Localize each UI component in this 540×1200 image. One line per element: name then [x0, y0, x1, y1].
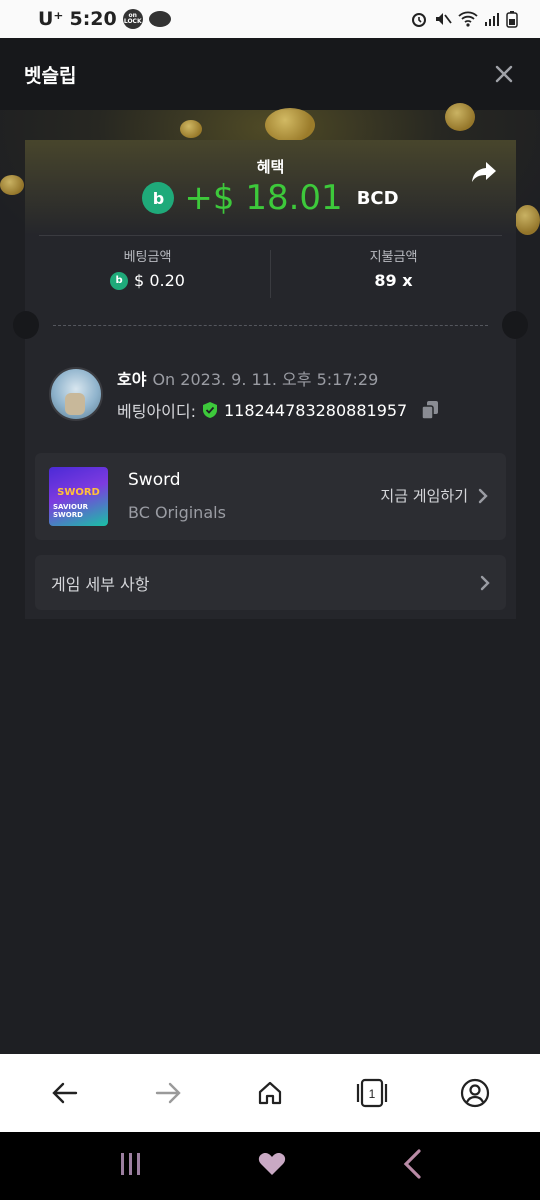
coin-decoration — [0, 175, 24, 195]
bet-stats: 베팅금액 b $ 0.20 지불금액 89 x — [25, 236, 516, 300]
arrow-right-icon — [155, 1082, 181, 1104]
system-nav-bar — [0, 1132, 540, 1200]
payout-value: 89 x — [374, 271, 413, 290]
bet-amount-value: $ 0.20 — [134, 271, 185, 290]
game-card[interactable]: SWORD SAVIOUR SWORD Sword BC Originals 지… — [35, 453, 506, 540]
play-now-label: 지금 게임하기 — [380, 487, 468, 505]
bc-coin-icon: b — [142, 182, 175, 214]
chat-bubble-icon — [148, 11, 171, 27]
bet-amount-label: 베팅금액 — [123, 250, 172, 265]
payout-stat: 지불금액 89 x — [271, 236, 516, 300]
home-button[interactable] — [250, 1073, 290, 1113]
profit-amount: +$ 18.01 — [184, 178, 343, 218]
user-line: 호야 On 2023. 9. 11. 오후 5:17:29 — [117, 366, 439, 390]
coin-decoration — [445, 103, 475, 131]
user-name[interactable]: 호야 — [117, 366, 146, 390]
thumb-title: SWORD — [57, 487, 100, 498]
recents-button[interactable] — [118, 1151, 142, 1181]
back-button[interactable] — [45, 1073, 85, 1113]
heart-icon — [258, 1153, 286, 1175]
ticket-tear-line — [53, 325, 488, 326]
user-info: 호야 On 2023. 9. 11. 오후 5:17:29 베팅아이디: 118… — [117, 366, 439, 422]
profit-row: b +$ 18.01 BCD — [25, 178, 516, 218]
arrow-left-icon — [52, 1082, 78, 1104]
close-button[interactable] — [492, 62, 516, 86]
share-icon — [472, 162, 496, 182]
copy-icon[interactable] — [421, 400, 439, 420]
browser-toolbar: 1 — [0, 1054, 540, 1132]
chevron-right-icon — [478, 488, 488, 503]
chevron-right-icon — [480, 575, 490, 590]
recents-icon — [121, 1153, 140, 1175]
verified-shield-icon — [203, 402, 217, 418]
status-right — [410, 10, 518, 28]
forward-button[interactable] — [148, 1073, 188, 1113]
mute-icon — [436, 13, 452, 25]
ticket-notch — [502, 311, 528, 339]
alarm-icon — [412, 13, 426, 27]
chevron-left-icon — [403, 1149, 421, 1179]
account-icon — [460, 1078, 489, 1108]
carrier-label: U⁺ — [38, 8, 64, 30]
game-details-label: 게임 세부 사항 — [51, 574, 150, 594]
ticket-notch — [13, 311, 39, 339]
user-row: 호야 On 2023. 9. 11. 오후 5:17:29 베팅아이디: 118… — [49, 366, 439, 422]
game-thumbnail: SWORD SAVIOUR SWORD — [49, 467, 108, 526]
bet-slip-card: 혜택 b +$ 18.01 BCD 베팅금액 b $ 0.20 지불금액 89 … — [13, 140, 528, 619]
bet-id: 118244783280881957 — [224, 400, 408, 420]
page-title: 벳슬립 — [24, 64, 77, 87]
thumb-subtitle: SAVIOUR SWORD — [53, 503, 89, 519]
game-details-row[interactable]: 게임 세부 사항 — [35, 555, 506, 610]
status-left: U⁺ 5:20 on LOCK — [38, 8, 171, 30]
signal-icon — [485, 13, 499, 26]
tab-count: 1 — [369, 1087, 376, 1101]
back-system-button[interactable] — [402, 1149, 422, 1183]
bet-id-label: 베팅아이디: — [117, 402, 196, 421]
lock-badge-text: on LOCK — [123, 12, 142, 25]
game-name: Sword — [128, 470, 181, 490]
coin-decoration — [180, 120, 202, 138]
lock-badge-icon: on LOCK — [122, 9, 143, 29]
bc-coin-icon: b — [110, 271, 129, 290]
clock: 5:20 — [69, 8, 117, 30]
payout-label: 지불금액 — [369, 250, 418, 265]
close-icon — [495, 65, 513, 83]
tabs-icon: 1 — [357, 1078, 388, 1108]
bet-timestamp: On 2023. 9. 11. 오후 5:17:29 — [152, 370, 379, 389]
battery-icon — [506, 11, 518, 28]
coin-decoration — [265, 108, 315, 142]
tabs-button[interactable]: 1 — [352, 1073, 392, 1113]
bet-id-line: 베팅아이디: 118244783280881957 — [117, 398, 439, 422]
status-bar: U⁺ 5:20 on LOCK — [0, 0, 540, 38]
modal-header: 벳슬립 — [0, 38, 540, 110]
home-system-button[interactable] — [258, 1151, 286, 1181]
coin-decoration — [515, 205, 540, 235]
bet-amount-value-row: b $ 0.20 — [110, 271, 185, 290]
share-button[interactable] — [470, 160, 498, 184]
wifi-icon — [458, 11, 478, 27]
account-button[interactable] — [455, 1073, 495, 1113]
profit-currency: BCD — [356, 187, 399, 209]
bet-amount-stat: 베팅금액 b $ 0.20 — [25, 236, 270, 300]
home-icon — [258, 1081, 282, 1105]
avatar[interactable] — [49, 367, 103, 421]
play-now-button[interactable]: 지금 게임하기 — [380, 485, 488, 506]
game-provider: BC Originals — [128, 503, 226, 522]
benefit-label: 혜택 — [256, 158, 285, 176]
